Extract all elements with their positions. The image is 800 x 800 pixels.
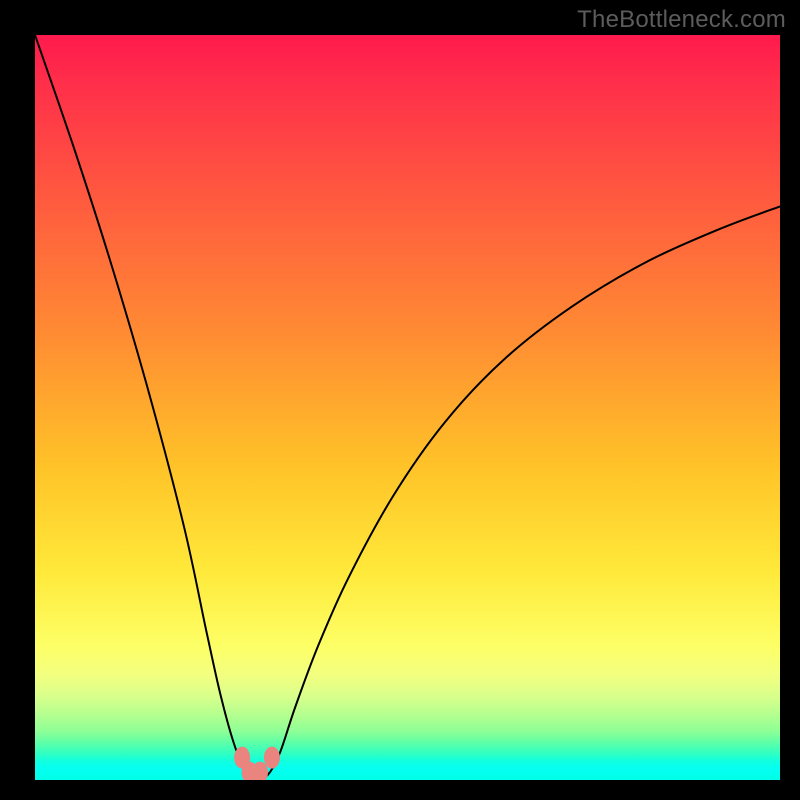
bottleneck-curve: [35, 35, 780, 780]
min-marker-right: [264, 747, 280, 769]
chart-frame: TheBottleneck.com: [0, 0, 800, 800]
curve-layer: [35, 35, 780, 780]
min-markers: [234, 747, 280, 780]
plot-area: [35, 35, 780, 780]
watermark-text: TheBottleneck.com: [577, 6, 786, 34]
